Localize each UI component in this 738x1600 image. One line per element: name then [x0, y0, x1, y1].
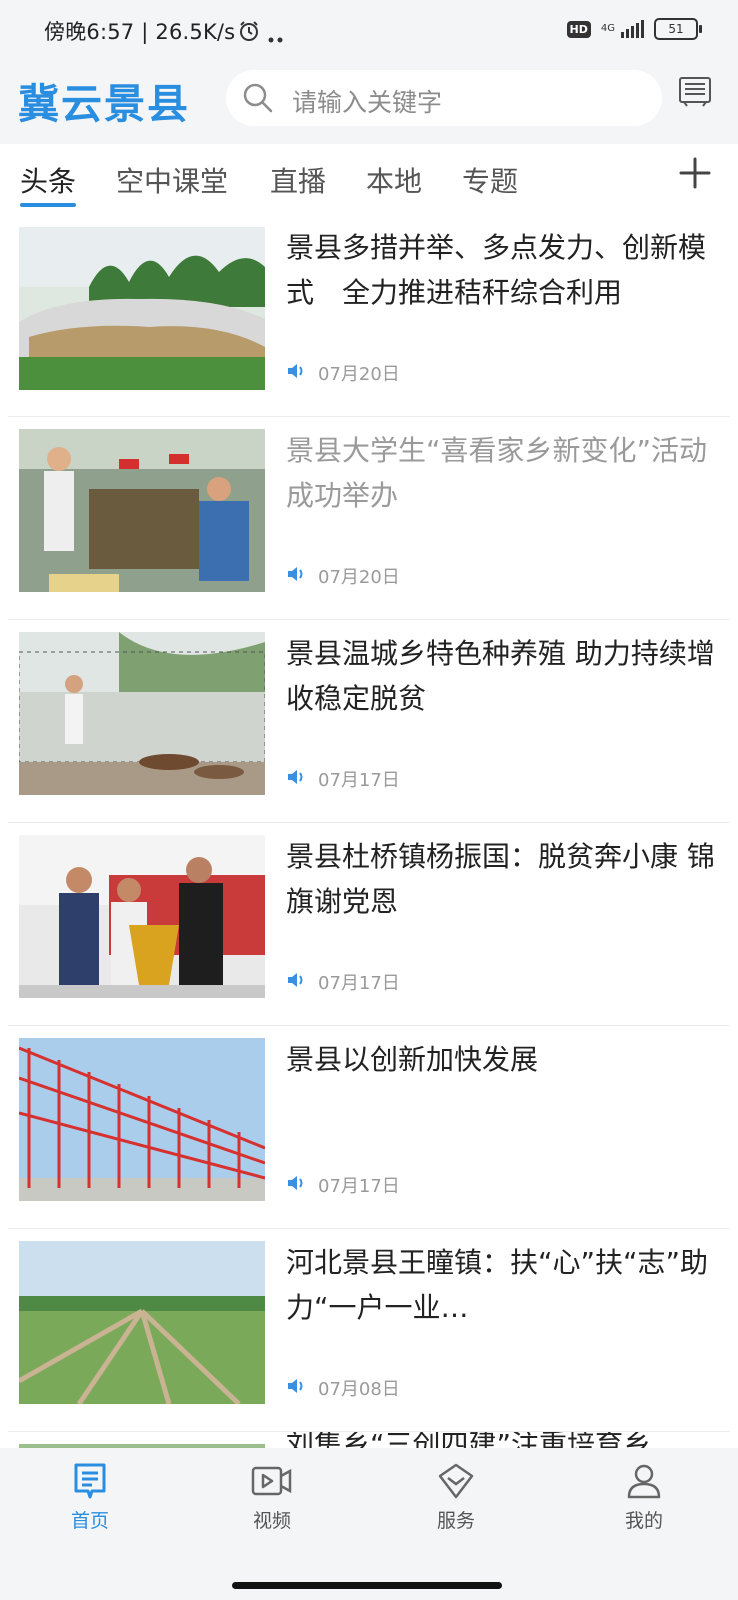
home-indicator[interactable] — [232, 1582, 502, 1589]
news-title: 景县温城乡特色种养殖 助力持续增收稳定脱贫 — [286, 637, 715, 715]
news-item[interactable]: 景县以创新加快发展 07月17日 — [0, 1026, 738, 1229]
service-icon — [437, 1463, 475, 1504]
news-title: 刘集乡“三创四建”注重培育乡 — [286, 1432, 716, 1448]
nav-service[interactable]: 服务 — [396, 1462, 516, 1533]
news-meta: 07月17日 — [286, 1172, 400, 1198]
news-thumbnail — [19, 1241, 265, 1404]
news-date: 07月20日 — [318, 567, 400, 588]
news-meta: 07月17日 — [286, 969, 400, 995]
news-date: 07月17日 — [318, 1176, 400, 1197]
news-date: 07月20日 — [318, 364, 400, 385]
alarm-icon — [238, 20, 260, 46]
tab-live[interactable]: 直播 — [270, 160, 326, 200]
add-channel-icon[interactable] — [678, 156, 712, 194]
news-item[interactable]: 景县大学生“喜看家乡新变化”活动成功举办 07月20日 — [0, 417, 738, 620]
tab-air-classroom[interactable]: 空中课堂 — [116, 160, 228, 200]
app-header: 冀云景县 请输入关键字 — [0, 62, 738, 144]
active-tab-indicator — [20, 203, 76, 207]
nav-home[interactable]: 首页 — [30, 1462, 150, 1533]
news-meta: 07月20日 — [286, 563, 400, 589]
news-list-icon[interactable] — [678, 74, 712, 112]
battery-level: 51 — [668, 22, 684, 36]
search-input[interactable]: 请输入关键字 — [226, 70, 662, 126]
nav-label: 服务 — [436, 1510, 475, 1532]
news-thumbnail — [19, 1038, 265, 1201]
signal-icon — [621, 20, 644, 38]
profile-icon — [625, 1464, 663, 1504]
speaker-icon[interactable] — [286, 564, 306, 588]
tab-headlines[interactable]: 头条 — [20, 160, 76, 200]
news-item[interactable]: 刘集乡“三创四建”注重培育乡 — [0, 1432, 738, 1448]
tab-local[interactable]: 本地 — [366, 160, 422, 200]
home-news-icon — [72, 1463, 108, 1504]
news-thumbnail — [19, 429, 265, 592]
news-item[interactable]: 河北景县王瞳镇：扶“心”扶“志”助力“一户一业… 07月08日 — [0, 1229, 738, 1432]
network-type: 4G — [600, 23, 615, 34]
speaker-icon[interactable] — [286, 361, 306, 385]
hd-badge: HD — [566, 20, 591, 38]
news-title: 景县以创新加快发展 — [286, 1043, 539, 1076]
nav-label: 首页 — [70, 1510, 109, 1532]
speaker-icon[interactable] — [286, 1173, 306, 1197]
news-item[interactable]: 景县杜桥镇杨振国：脱贫奔小康 锦旗谢党恩 07月17日 — [0, 823, 738, 1026]
speaker-icon[interactable] — [286, 1376, 306, 1400]
search-icon — [242, 82, 274, 118]
more-dots-icon — [268, 28, 284, 47]
news-thumbnail — [19, 227, 265, 390]
search-placeholder: 请输入关键字 — [292, 88, 443, 117]
channel-tabs: 头条 空中课堂 直播 本地 专题 — [0, 144, 738, 214]
news-title: 景县杜桥镇杨振国：脱贫奔小康 锦旗谢党恩 — [286, 840, 715, 918]
news-thumbnail — [19, 835, 265, 998]
battery-icon: 51 — [654, 18, 702, 40]
status-time: 傍晚6:57 | 26.5K/s — [44, 20, 236, 44]
speaker-icon[interactable] — [286, 970, 306, 994]
news-date: 07月08日 — [318, 1379, 400, 1400]
bottom-nav: 首页 视频 服务 我的 — [0, 1448, 738, 1600]
speaker-icon[interactable] — [286, 767, 306, 791]
news-meta: 07月20日 — [286, 360, 400, 386]
news-thumbnail — [19, 632, 265, 795]
nav-label: 视频 — [252, 1510, 291, 1532]
app-title: 冀云景县 — [18, 80, 190, 128]
news-date: 07月17日 — [318, 770, 400, 791]
news-meta: 07月17日 — [286, 766, 400, 792]
nav-video[interactable]: 视频 — [212, 1462, 332, 1533]
tab-special[interactable]: 专题 — [462, 160, 518, 200]
news-title: 景县大学生“喜看家乡新变化”活动成功举办 — [286, 434, 708, 512]
news-title: 景县多措并举、多点发力、创新模式 全力推进秸秆综合利用 — [286, 231, 707, 309]
video-icon — [251, 1466, 293, 1504]
status-bar: 傍晚6:57 | 26.5K/s HD 4G 51 — [0, 0, 738, 62]
news-item[interactable]: 景县多措并举、多点发力、创新模式 全力推进秸秆综合利用 07月20日 — [0, 214, 738, 417]
news-item[interactable]: 景县温城乡特色种养殖 助力持续增收稳定脱贫 07月17日 — [0, 620, 738, 823]
news-date: 07月17日 — [318, 973, 400, 994]
news-meta: 07月08日 — [286, 1375, 400, 1401]
news-title: 河北景县王瞳镇：扶“心”扶“志”助力“一户一业… — [286, 1246, 709, 1324]
nav-label: 我的 — [624, 1510, 663, 1532]
nav-profile[interactable]: 我的 — [584, 1462, 704, 1533]
